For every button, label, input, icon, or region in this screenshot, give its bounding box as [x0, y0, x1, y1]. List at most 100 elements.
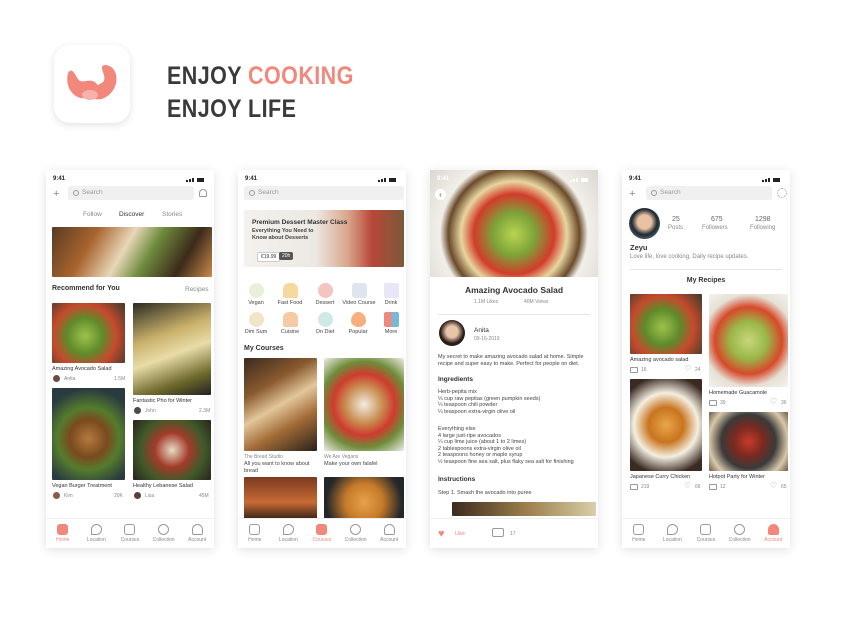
heart-icon[interactable]: ♡: [770, 481, 777, 490]
tab-home[interactable]: Home: [622, 519, 656, 548]
tab-account[interactable]: Account: [372, 519, 406, 548]
comment-count: 16: [641, 367, 647, 373]
home-icon: [57, 524, 69, 535]
tab-collection[interactable]: Collection: [339, 519, 373, 548]
stat-following-label[interactable]: Following: [750, 225, 775, 231]
like-button[interactable]: ♥: [438, 528, 445, 540]
back-button[interactable]: ‹: [435, 189, 446, 200]
tab-stories[interactable]: Stories: [162, 211, 182, 218]
recipe-image-avocado[interactable]: [630, 294, 702, 354]
profile-avatar[interactable]: [629, 208, 660, 239]
heart-icon: [734, 524, 746, 535]
tab-collection[interactable]: Collection: [147, 519, 181, 548]
category-dessert[interactable]: Dessert: [311, 283, 339, 306]
discover-banner-image[interactable]: [52, 227, 212, 277]
tab-home[interactable]: Home: [238, 519, 272, 548]
status-bar: 9:41: [622, 170, 790, 184]
recipes-link[interactable]: Recipes: [185, 286, 208, 293]
recipe-image-hotpot[interactable]: [709, 412, 788, 471]
status-time: 9:41: [53, 176, 66, 182]
like-count: 65: [781, 484, 787, 490]
burger-icon: [282, 283, 298, 298]
recipe-image-lebanese[interactable]: [133, 420, 211, 480]
recipe-title[interactable]: Hotpot Party for Winter: [709, 474, 765, 480]
course-author: We Are Vegans: [324, 454, 359, 460]
showcase: ENJOY COOKING ENJOY LIFE 9:41 + Search F…: [0, 0, 852, 621]
section-title: My Recipes: [686, 277, 726, 284]
category-on-diet[interactable]: On Diet: [311, 312, 339, 335]
signal-icon: [186, 176, 206, 182]
tab-collection[interactable]: Collection: [723, 519, 757, 548]
tab-location[interactable]: Location: [80, 519, 114, 548]
category-vegan[interactable]: Vegan: [242, 283, 270, 306]
divider: [438, 314, 590, 315]
tab-courses[interactable]: Courses: [689, 519, 723, 548]
profile-name: Zeyu: [630, 243, 648, 252]
tab-account[interactable]: Account: [756, 519, 790, 548]
category-popular[interactable]: Popular: [344, 312, 372, 335]
tab-follow[interactable]: Follow: [83, 211, 102, 218]
tab-bar: Home Location Courses Collection Account: [46, 518, 214, 548]
comment-icon[interactable]: [492, 528, 504, 537]
add-icon[interactable]: +: [53, 188, 59, 200]
comment-icon[interactable]: [709, 400, 717, 406]
recipe-title[interactable]: Homemade Guacamole: [709, 390, 767, 396]
recipe-title[interactable]: Fantastic Pho for Winter: [133, 398, 192, 404]
category-drink[interactable]: Drink: [377, 283, 405, 306]
bell-icon[interactable]: [199, 189, 207, 197]
recipe-image-avocado[interactable]: [52, 303, 125, 363]
search-input[interactable]: Search: [646, 186, 772, 200]
search-input[interactable]: Search: [244, 186, 404, 200]
recipe-title[interactable]: Japanese Curry Chicken: [630, 474, 690, 480]
heart-icon[interactable]: ♡: [684, 481, 691, 490]
recipe-image-pho[interactable]: [133, 303, 211, 395]
course-image-bun[interactable]: [324, 477, 404, 519]
author-name[interactable]: Anita: [474, 327, 489, 334]
category-video-course[interactable]: Video Course: [342, 283, 376, 306]
like-count: 24: [695, 367, 701, 373]
course-title[interactable]: All you want to know about bread: [244, 461, 320, 475]
author-name: Lisa: [145, 493, 155, 499]
recipe-title[interactable]: Amazing Avocado Salad: [52, 366, 112, 372]
comment-icon[interactable]: [630, 484, 638, 490]
recipe-title[interactable]: Amazing avocado salad: [630, 357, 688, 363]
course-image-bread[interactable]: [244, 358, 317, 451]
tab-location[interactable]: Location: [272, 519, 306, 548]
course-image-falafel[interactable]: [324, 358, 404, 451]
category-more[interactable]: More: [377, 312, 405, 335]
search-input[interactable]: Search: [68, 186, 194, 200]
status-time: 9:41: [245, 176, 258, 182]
heart-icon[interactable]: ♡: [684, 364, 691, 373]
ingredients-list-2: Everything else 4 large just-ripe avocad…: [438, 426, 574, 465]
recipe-image-curry[interactable]: [630, 379, 702, 471]
recipe-title[interactable]: Healthy Lebanese Salad: [133, 483, 193, 489]
tab-discover[interactable]: Discover: [119, 211, 144, 218]
heart-icon[interactable]: ♡: [770, 397, 777, 406]
hero-line1-accent: COOKING: [248, 62, 354, 90]
recipe-image-guacamole[interactable]: [709, 294, 788, 387]
book-icon: [316, 524, 328, 535]
stat-followers-label[interactable]: Followers: [702, 225, 728, 231]
tab-courses[interactable]: Courses: [113, 519, 147, 548]
duration-badge: 20h: [279, 252, 294, 260]
tab-home[interactable]: Home: [46, 519, 80, 548]
course-image-stew[interactable]: [244, 477, 317, 519]
tab-courses[interactable]: Courses: [305, 519, 339, 548]
comment-icon[interactable]: [709, 484, 717, 490]
author-avatar[interactable]: [439, 320, 465, 346]
category-dim-sum[interactable]: Dim Sum: [242, 312, 270, 335]
course-title[interactable]: Make your own falafel: [324, 461, 402, 468]
video-icon: [351, 283, 367, 298]
settings-icon[interactable]: [777, 188, 787, 198]
recipe-title[interactable]: Vegan Burger Treatment: [52, 483, 112, 489]
tab-location[interactable]: Location: [656, 519, 690, 548]
tab-account[interactable]: Account: [180, 519, 214, 548]
like-label[interactable]: Like: [455, 531, 465, 537]
category-cuisine[interactable]: Cuisine: [276, 312, 304, 335]
author-name: Kim: [64, 493, 73, 499]
add-icon[interactable]: +: [629, 188, 635, 200]
recipe-image-burger[interactable]: [52, 388, 125, 480]
donut-icon: [317, 283, 333, 298]
category-fast-food[interactable]: Fast Food: [276, 283, 304, 306]
comment-icon[interactable]: [630, 367, 638, 373]
